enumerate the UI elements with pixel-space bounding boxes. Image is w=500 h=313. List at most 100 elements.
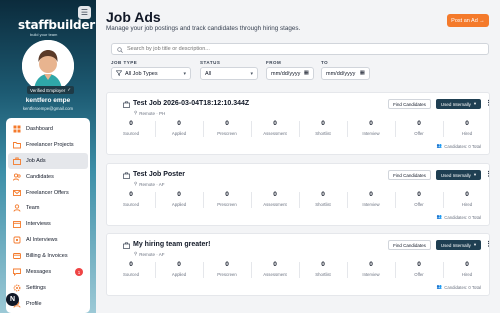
sidebar-item-billing[interactable]: Billing & Invoices <box>8 248 88 264</box>
stat-assessment[interactable]: 0 Assessment <box>251 190 299 210</box>
job-type-select[interactable]: All Job Types ▾ <box>111 67 191 80</box>
stat-hired[interactable]: 0 Hired <box>443 260 491 280</box>
sidebar-item-label: Candidates <box>26 173 54 180</box>
more-options-icon[interactable]: ⋮ <box>485 99 492 107</box>
stat-prescreen[interactable]: 0 Prescreen <box>203 119 251 139</box>
to-date-placeholder: mm/dd/yyyy <box>326 70 356 77</box>
stat-shortlist[interactable]: 0 Shortlist <box>299 190 347 210</box>
stat-value: 0 <box>369 120 373 127</box>
sidebar: ☰ staffbuilder build your team Verified … <box>0 0 96 313</box>
avatar[interactable] <box>22 40 74 92</box>
stat-value: 0 <box>321 261 325 268</box>
sidebar-item-candidates[interactable]: Candidates <box>8 169 88 185</box>
sidebar-item-profile[interactable]: Profile <box>8 296 88 312</box>
stat-label: Offer <box>414 272 424 277</box>
users-icon: 👥 <box>436 143 443 148</box>
status-dropdown-button[interactable]: Used Internally ▾ <box>436 240 481 250</box>
stat-shortlist[interactable]: 0 Shortlist <box>299 260 347 280</box>
more-options-icon[interactable]: ⋮ <box>485 170 492 178</box>
logo-tagline: build your team <box>30 32 58 37</box>
stat-interview[interactable]: 0 Interview <box>347 260 395 280</box>
location-pin-icon: ⚲ <box>134 181 138 186</box>
stat-interview[interactable]: 0 Interview <box>347 190 395 210</box>
to-date-input[interactable]: mm/dd/yyyy ▦ <box>321 67 370 80</box>
job-card[interactable]: Test Job 2026-03-04T18:12:10.344Z ⚲ Remot… <box>106 92 492 155</box>
stat-offer[interactable]: 0 Offer <box>395 190 443 210</box>
job-card[interactable]: My hiring team greater! ⚲ Remote · AF Fin… <box>106 233 492 296</box>
candidates-total-text: Candidates: 0 Total <box>444 284 481 290</box>
job-card[interactable]: Test Job Poster ⚲ Remote · AF Find Candid… <box>106 163 492 226</box>
stat-value: 0 <box>369 261 373 268</box>
stat-value: 0 <box>417 191 421 198</box>
chevron-down-icon: ▾ <box>183 71 186 77</box>
stat-label: Applied <box>171 272 187 277</box>
sidebar-item-dashboard[interactable]: Dashboard <box>8 121 88 137</box>
sidebar-item-freelancer-projects[interactable]: Freelancer Projects <box>8 137 88 153</box>
stat-shortlist[interactable]: 0 Shortlist <box>299 119 347 139</box>
job-location: ⚲ Remote · PH <box>134 110 165 116</box>
unread-badge: 1 <box>75 268 83 277</box>
job-type-value: All Job Types <box>125 70 158 77</box>
stat-prescreen[interactable]: 0 Prescreen <box>203 260 251 280</box>
sidebar-item-ai-interviews[interactable]: AI Interviews <box>8 232 88 248</box>
stat-value: 0 <box>369 191 373 198</box>
filter-icon <box>115 70 123 78</box>
stat-assessment[interactable]: 0 Assessment <box>251 260 299 280</box>
stat-hired[interactable]: 0 Hired <box>443 190 491 210</box>
job-title[interactable]: Test Job 2026-03-04T18:12:10.344Z <box>133 100 249 107</box>
search-bar[interactable] <box>111 43 489 55</box>
stat-sourced[interactable]: 0 Sourced <box>107 190 155 210</box>
stat-offer[interactable]: 0 Offer <box>395 119 443 139</box>
chevron-down-icon: ▾ <box>473 242 477 247</box>
stat-value: 0 <box>273 191 277 198</box>
stat-applied[interactable]: 0 Applied <box>155 260 203 280</box>
stat-interview[interactable]: 0 Interview <box>347 119 395 139</box>
stat-label: Interview <box>362 202 380 207</box>
more-options-icon[interactable]: ⋮ <box>485 240 492 248</box>
sidebar-item-job-ads[interactable]: Job Ads <box>8 152 88 169</box>
chevron-down-icon: ▾ <box>473 101 477 106</box>
stat-applied[interactable]: 0 Applied <box>155 190 203 210</box>
stat-applied[interactable]: 0 Applied <box>155 119 203 139</box>
hamburger-icon: ☰ <box>80 8 89 17</box>
page-title: Job Ads <box>106 9 161 25</box>
user-name: kentfero empe <box>25 97 71 104</box>
stat-assessment[interactable]: 0 Assessment <box>251 119 299 139</box>
find-candidates-button[interactable]: Find Candidates <box>388 240 431 250</box>
stat-label: Interview <box>362 131 380 136</box>
status-label: STATUS <box>200 60 221 65</box>
briefcase-icon <box>123 172 130 179</box>
stat-sourced[interactable]: 0 Sourced <box>107 260 155 280</box>
search-input[interactable] <box>127 46 427 52</box>
status-dropdown-button[interactable]: Used Internally ▾ <box>436 99 481 109</box>
sidebar-item-label: Settings <box>26 284 46 291</box>
help-fab-button[interactable]: N <box>6 293 19 306</box>
status-select[interactable]: All ▾ <box>200 67 258 80</box>
post-ad-button[interactable]: Post an Ad → <box>447 14 489 27</box>
stat-value: 0 <box>177 120 181 127</box>
stat-value: 0 <box>417 261 421 268</box>
sidebar-item-settings[interactable]: Settings <box>8 280 88 296</box>
from-date-input[interactable]: mm/dd/yyyy ▦ <box>266 67 314 80</box>
status-value: All <box>205 70 212 77</box>
calendar-icon: ▦ <box>359 70 365 76</box>
job-title[interactable]: My hiring team greater! <box>133 241 210 248</box>
stat-label: Sourced <box>122 272 139 277</box>
stat-hired[interactable]: 0 Hired <box>443 119 491 139</box>
sidebar-item-freelancer-offers[interactable]: Freelancer Offers <box>8 185 88 201</box>
pipeline-stats: 0 Sourced 0 Applied 0 Prescreen 0 Assessment… <box>107 260 491 280</box>
stat-offer[interactable]: 0 Offer <box>395 260 443 280</box>
status-dropdown-button[interactable]: Used Internally ▾ <box>436 170 481 180</box>
job-location: ⚲ Remote · AF <box>134 181 165 187</box>
sidebar-item-team[interactable]: Team <box>8 200 88 216</box>
stat-label: Offer <box>414 131 424 136</box>
stat-sourced[interactable]: 0 Sourced <box>107 119 155 139</box>
job-title[interactable]: Test Job Poster <box>133 171 185 178</box>
to-label: TO <box>321 60 329 65</box>
sidebar-item-messages[interactable]: Messages 1 <box>8 264 88 280</box>
find-candidates-button[interactable]: Find Candidates <box>388 99 431 109</box>
find-candidates-button[interactable]: Find Candidates <box>388 170 431 180</box>
sidebar-item-label: Interviews <box>26 221 51 228</box>
sidebar-item-interviews[interactable]: Interviews <box>8 216 88 232</box>
stat-prescreen[interactable]: 0 Prescreen <box>203 190 251 210</box>
